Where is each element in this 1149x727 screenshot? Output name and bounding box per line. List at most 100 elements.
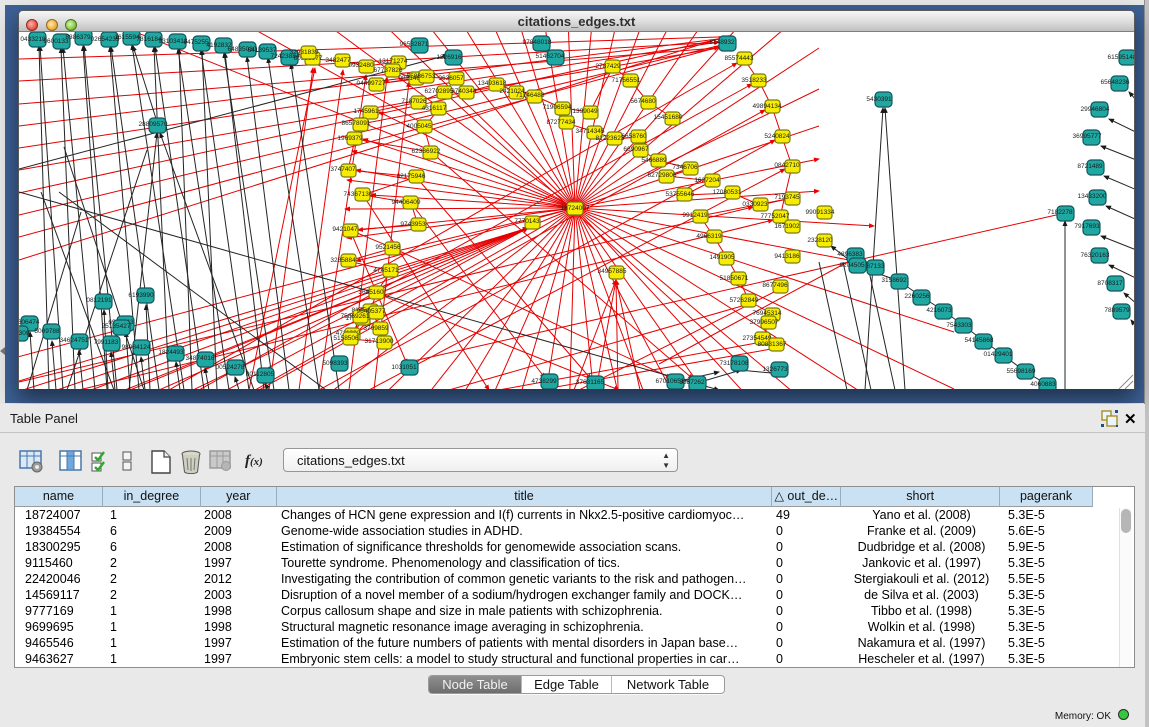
svg-text:4745171: 4745171 — [373, 267, 399, 274]
svg-text:4738299: 4738299 — [531, 378, 557, 385]
svg-text:7182278: 7182278 — [1047, 209, 1073, 216]
svg-text:86578091: 86578091 — [342, 120, 371, 127]
svg-text:1226916: 1226916 — [436, 54, 462, 61]
svg-text:71756551: 71756551 — [612, 77, 641, 84]
svg-text:1969379: 1969379 — [337, 135, 363, 142]
svg-text:32931839: 32931839 — [290, 49, 319, 56]
svg-text:3285884: 3285884 — [330, 257, 356, 264]
svg-text:37631165: 37631165 — [576, 379, 605, 386]
svg-text:77752047: 77752047 — [761, 213, 790, 220]
svg-text:3518233: 3518233 — [741, 77, 767, 84]
svg-text:6204505: 6204505 — [839, 262, 865, 269]
svg-text:4896383: 4896383 — [837, 251, 863, 258]
svg-text:7346706: 7346706 — [672, 164, 698, 171]
svg-text:96405377: 96405377 — [357, 308, 386, 315]
svg-text:71746488: 71746488 — [516, 92, 545, 99]
svg-text:5466889: 5466889 — [641, 157, 667, 164]
svg-text:7889579: 7889579 — [1104, 307, 1130, 314]
svg-text:51850671: 51850671 — [720, 275, 749, 282]
svg-text:18724007: 18724007 — [561, 205, 590, 212]
svg-text:67737826: 67737826 — [374, 67, 403, 74]
svg-text:9912419: 9912419 — [682, 212, 708, 219]
svg-text:71906594: 71906594 — [543, 104, 572, 111]
svg-text:7770143: 7770143 — [514, 218, 540, 225]
svg-text:6690967: 6690967 — [623, 146, 649, 153]
svg-text:87277434: 87277434 — [547, 119, 576, 126]
svg-text:4966319: 4966319 — [696, 233, 722, 240]
svg-text:9521456: 9521456 — [375, 244, 401, 251]
svg-text:96532871: 96532871 — [400, 41, 429, 48]
svg-text:57262849: 57262849 — [730, 297, 759, 304]
svg-text:1824493: 1824493 — [158, 349, 184, 356]
svg-text:29946804: 29946804 — [1081, 106, 1110, 113]
svg-text:3482477: 3482477 — [325, 57, 351, 64]
svg-text:85574443: 85574443 — [725, 55, 754, 62]
svg-text:1627204: 1627204 — [694, 177, 720, 184]
svg-text:37996507: 37996507 — [750, 319, 779, 326]
svg-text:4005045: 4005045 — [406, 123, 432, 130]
svg-text:34957885: 34957885 — [598, 268, 627, 275]
svg-text:1326773: 1326773 — [762, 366, 788, 373]
svg-text:34874016: 34874016 — [186, 355, 215, 362]
svg-text:62386922: 62386922 — [412, 148, 441, 155]
svg-text:5009788: 5009788 — [34, 328, 60, 335]
svg-text:8721489: 8721489 — [1077, 163, 1103, 170]
svg-text:5430391: 5430391 — [866, 96, 892, 103]
svg-text:0330923: 0330923 — [742, 201, 768, 208]
svg-text:0433218: 0433218 — [20, 36, 46, 43]
svg-text:73178108: 73178108 — [720, 360, 749, 367]
svg-text:1671902: 1671902 — [774, 223, 800, 230]
svg-text:62729806: 62729806 — [648, 172, 677, 179]
svg-text:97848018: 97848018 — [523, 39, 552, 46]
svg-text:7543303: 7543303 — [946, 322, 972, 329]
svg-text:80112805: 80112805 — [246, 371, 275, 378]
svg-text:3685160: 3685160 — [358, 289, 384, 296]
svg-text:76320163: 76320163 — [1081, 252, 1110, 259]
svg-text:6475255: 6475255 — [183, 39, 209, 46]
svg-text:94406409: 94406409 — [392, 199, 421, 206]
svg-text:7187026: 7187026 — [401, 98, 427, 105]
svg-text:1491905: 1491905 — [709, 254, 735, 261]
svg-text:53755646: 53755646 — [666, 191, 695, 198]
svg-text:1031051: 1031051 — [391, 364, 417, 371]
svg-text:34624751: 34624751 — [60, 337, 89, 344]
svg-text:49894134: 49894134 — [753, 103, 782, 110]
svg-text:2260256: 2260256 — [904, 293, 930, 300]
svg-text:8148932: 8148932 — [709, 39, 735, 46]
svg-text:8677496: 8677496 — [762, 282, 788, 289]
svg-text:13493618: 13493618 — [478, 80, 507, 87]
svg-text:9421047: 9421047 — [332, 226, 358, 233]
svg-text:0932480: 0932480 — [348, 62, 374, 69]
svg-text:13433200: 13433200 — [1078, 193, 1107, 200]
svg-text:0842710: 0842710 — [774, 162, 800, 169]
svg-text:74367136: 74367136 — [344, 191, 373, 198]
svg-text:6193990: 6193990 — [128, 292, 154, 299]
svg-text:5158506: 5158506 — [333, 335, 359, 342]
svg-text:7991183: 7991183 — [94, 339, 119, 346]
svg-text:9413186: 9413186 — [774, 253, 800, 260]
svg-text:9743953: 9743953 — [400, 221, 426, 228]
svg-text:55698169: 55698169 — [1007, 368, 1036, 375]
svg-text:3747407: 3747407 — [330, 166, 356, 173]
svg-text:55886753: 55886753 — [407, 73, 436, 80]
svg-text:3709859: 3709859 — [363, 325, 389, 332]
svg-text:4060883: 4060883 — [1030, 381, 1056, 388]
svg-text:28809570: 28809570 — [139, 121, 168, 128]
svg-text:25135427: 25135427 — [102, 323, 131, 330]
svg-text:2328120: 2328120 — [807, 237, 833, 244]
svg-text:54145868: 54145868 — [965, 337, 994, 344]
svg-text:62702895: 62702895 — [425, 88, 454, 95]
svg-text:15451680: 15451680 — [654, 114, 683, 121]
svg-text:36995777: 36995777 — [1073, 133, 1102, 140]
svg-text:99091334: 99091334 — [806, 209, 835, 216]
svg-text:8708317: 8708317 — [1097, 280, 1123, 287]
svg-text:31713900: 31713900 — [365, 338, 394, 345]
svg-text:1745961: 1745961 — [353, 108, 379, 115]
svg-text:82175946: 82175946 — [397, 173, 426, 180]
svg-text:61595148: 61595148 — [1108, 54, 1134, 61]
svg-text:4216073: 4216073 — [926, 307, 952, 314]
svg-text:6658760: 6658760 — [621, 133, 647, 140]
svg-text:01429401: 01429401 — [984, 351, 1013, 358]
svg-text:1399049: 1399049 — [572, 108, 598, 115]
svg-text:87234309: 87234309 — [19, 330, 30, 337]
